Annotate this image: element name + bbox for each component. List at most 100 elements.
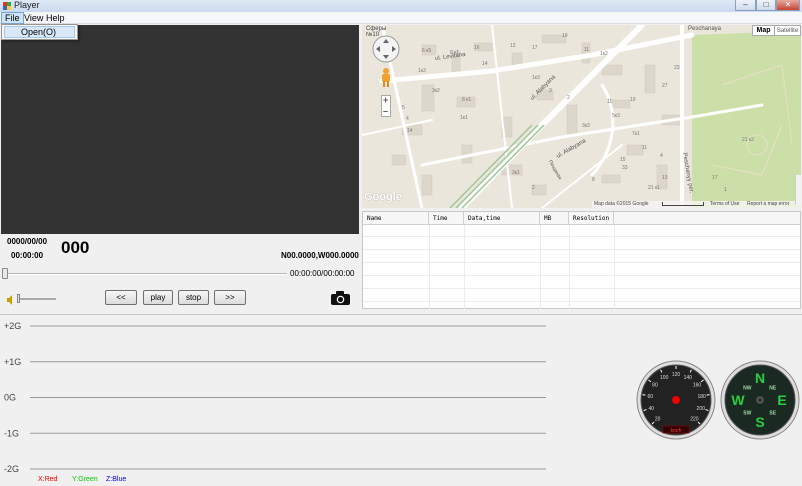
building-number-label: 19 bbox=[562, 33, 568, 39]
building-number-label: 5к3 bbox=[612, 113, 620, 119]
speedometer-gauge: 2040 60 80100 120 140160 180 200 220 km/h bbox=[636, 360, 716, 440]
gauges-panel: 20406080100 120 140160180200220 km/h NESWN… bbox=[636, 360, 800, 440]
building-number-label: 3к1 bbox=[512, 170, 520, 176]
menu-bar: File View Help bbox=[0, 12, 802, 24]
terms-link[interactable]: Terms of Use bbox=[710, 201, 739, 207]
speed-tick-label: 200 bbox=[697, 406, 706, 412]
building-number-label: 4 bbox=[660, 153, 663, 159]
building-number-label: 2 bbox=[532, 185, 535, 191]
building-number-label: 1к1 bbox=[460, 115, 468, 121]
building-number-label: 19 bbox=[630, 97, 636, 103]
y-tick-label: -1G bbox=[4, 428, 19, 438]
pan-control[interactable] bbox=[372, 35, 400, 63]
building-number-label: 14 bbox=[482, 61, 488, 67]
building-number-label: 13 bbox=[662, 175, 668, 181]
y-tick-label: -2G bbox=[4, 464, 19, 474]
column-header-resolution[interactable]: Resolution bbox=[569, 212, 614, 225]
building-number-label: 7к1 bbox=[632, 131, 640, 137]
building-number-label: 15 bbox=[620, 157, 626, 163]
column-header-empty bbox=[614, 212, 800, 225]
street-view-pegman-icon[interactable] bbox=[380, 67, 392, 89]
menu-help[interactable]: Help bbox=[43, 12, 68, 24]
building-number-label: 1 bbox=[724, 187, 727, 193]
minimize-button[interactable]: – bbox=[735, 0, 756, 11]
compass-direction-label: S bbox=[755, 414, 764, 430]
street-label: Peschanaya bbox=[688, 26, 722, 32]
report-error-link[interactable]: Report a map error bbox=[747, 201, 789, 207]
building-number-label: 21 к1 bbox=[648, 185, 660, 191]
close-button[interactable]: ✕ bbox=[776, 0, 800, 11]
compass-direction-label: W bbox=[731, 392, 745, 408]
column-header-datetime[interactable]: Data,time bbox=[464, 212, 540, 225]
speedometer-needle-hub bbox=[672, 396, 680, 404]
stop-button[interactable]: stop bbox=[178, 290, 209, 305]
speed-unit-label: km/h bbox=[671, 428, 682, 434]
rewind-button[interactable]: << bbox=[105, 290, 137, 305]
building-number-label: 11 bbox=[607, 99, 613, 105]
volume-slider-thumb[interactable] bbox=[17, 294, 20, 303]
date-display: 0000/00/00 bbox=[7, 237, 48, 246]
speed-tick-label: 220 bbox=[690, 416, 699, 422]
compass-direction-label: NE bbox=[769, 385, 777, 391]
building-number-label: 2 bbox=[567, 95, 570, 101]
building-number-label: 3к2 bbox=[432, 88, 440, 94]
map-view[interactable]: Peschanaya ul. Levitana ul. Alabyana ul.… bbox=[362, 25, 801, 208]
building-number-label: 6 к1 bbox=[450, 50, 460, 56]
column-divider bbox=[614, 225, 615, 309]
counter-display: 000 bbox=[61, 238, 90, 257]
building-number-label: 4 bbox=[406, 116, 409, 122]
maximize-button[interactable]: □ bbox=[756, 0, 776, 11]
forward-button[interactable]: >> bbox=[214, 290, 246, 305]
window-title: Player bbox=[14, 0, 40, 10]
seek-slider-thumb[interactable] bbox=[2, 268, 8, 279]
park-area bbox=[692, 31, 801, 208]
map-scrollbar[interactable] bbox=[795, 175, 801, 205]
building-number-label: 8 к1 bbox=[462, 97, 472, 103]
compass-center bbox=[756, 396, 764, 404]
speed-tick-label: 80 bbox=[652, 383, 658, 389]
speed-tick-label: 120 bbox=[672, 372, 681, 378]
play-button[interactable]: play bbox=[143, 290, 173, 305]
column-divider bbox=[464, 225, 465, 309]
zoom-in-button[interactable]: + bbox=[383, 95, 388, 105]
compass-direction-label: SE bbox=[769, 411, 776, 417]
zoom-out-button[interactable]: – bbox=[383, 106, 388, 116]
volume-icon[interactable] bbox=[6, 295, 16, 305]
building-number-label: 12 bbox=[510, 43, 516, 49]
column-header-name[interactable]: Name bbox=[363, 212, 429, 225]
column-header-time[interactable]: Time bbox=[429, 212, 464, 225]
compass-direction-label: E bbox=[777, 392, 786, 408]
speed-tick-label: 160 bbox=[693, 383, 702, 389]
building-number-label: 8 bbox=[592, 177, 595, 183]
file-table: Name Time Data,time MB Resolution bbox=[362, 211, 801, 309]
column-header-mb[interactable]: MB bbox=[540, 212, 569, 225]
building-number-label: 14 bbox=[407, 128, 413, 134]
map-type-satellite-button[interactable]: Satellite bbox=[774, 25, 801, 36]
map-attribution: Map data ©2015 Google bbox=[594, 201, 649, 207]
speed-tick-label: 60 bbox=[648, 394, 654, 400]
column-divider bbox=[540, 225, 541, 309]
file-menu-dropdown: Open(O) bbox=[1, 24, 78, 40]
speed-tick-label: 180 bbox=[698, 394, 707, 400]
compass-direction-label: N bbox=[755, 370, 765, 386]
title-bar: Player – □ ✕ bbox=[0, 0, 802, 12]
seek-slider[interactable] bbox=[4, 273, 287, 275]
legend-entry: X:Red bbox=[38, 476, 58, 483]
y-tick-label: 0G bbox=[4, 393, 16, 403]
speed-tick-label: 20 bbox=[655, 416, 661, 422]
compass-gauge: NESWNESESWNW bbox=[720, 360, 800, 440]
position-time: 00:00:00/00:00:00 bbox=[290, 269, 355, 278]
building-number-label: 1к2 bbox=[600, 51, 608, 57]
camera-icon[interactable] bbox=[331, 291, 350, 305]
building-number-label: 16 bbox=[474, 45, 480, 51]
building-number-label: 33 bbox=[622, 165, 628, 171]
building-number-label: 27 bbox=[662, 83, 668, 89]
compass-direction-label: SW bbox=[743, 411, 751, 417]
map-type-map-button[interactable]: Map bbox=[752, 25, 775, 36]
compass-direction-label: NW bbox=[743, 385, 752, 391]
building-number-label: 1к3 bbox=[418, 68, 426, 74]
menu-item-open[interactable]: Open(O) bbox=[4, 26, 75, 38]
volume-slider[interactable] bbox=[20, 298, 56, 300]
building-number-label: 17 bbox=[712, 175, 718, 181]
speed-tick-label: 40 bbox=[648, 406, 654, 412]
